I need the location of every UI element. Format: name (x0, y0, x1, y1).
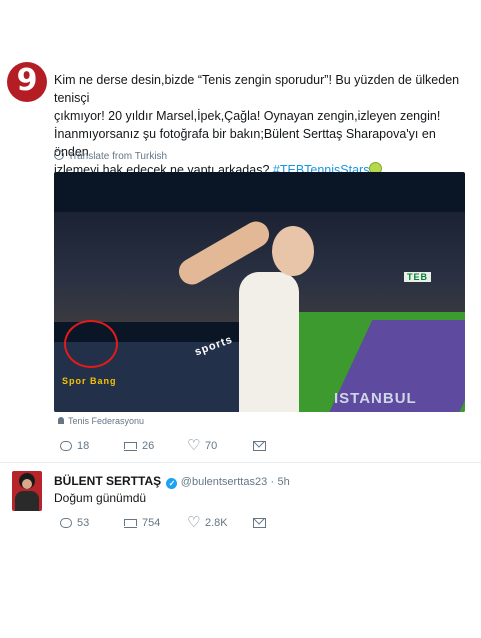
direct-message-button[interactable] (253, 518, 266, 528)
like-count: 70 (205, 440, 218, 452)
photo-banner-istanbul: ISTANBUL (334, 390, 417, 407)
tweet2-header: BÜLENT SERTTAŞ ✓ @bulentserttas23 · 5h (54, 474, 290, 489)
like-button[interactable]: 70 (187, 436, 218, 454)
heart-icon (187, 513, 200, 531)
globe-icon (54, 150, 64, 160)
tweet-divider (0, 462, 481, 463)
like-button[interactable]: 2.8K (187, 513, 228, 531)
reply-count: 18 (77, 440, 90, 452)
avatar[interactable] (12, 471, 42, 511)
person-icon (58, 417, 64, 424)
avatar-face (22, 479, 32, 489)
photo-player-body (239, 272, 299, 412)
translate-label: Translate from Turkish (68, 151, 168, 162)
separator: · (270, 476, 275, 488)
reply-button[interactable]: 53 (60, 517, 89, 529)
retweet-count: 26 (142, 440, 155, 452)
reply-icon (60, 518, 72, 528)
tweet-line: Kim ne derse desin,bizde “Tenis zengin s… (54, 73, 460, 105)
heart-icon (187, 436, 200, 454)
tweet-text: Kim ne derse desin,bizde “Tenis zengin s… (54, 71, 464, 179)
photo-red-circle (64, 320, 118, 368)
photo-player-head (272, 226, 314, 276)
direct-message-button[interactable] (253, 441, 266, 451)
tweet-text: Doğum günümdü (54, 491, 147, 505)
reply-icon (60, 441, 72, 451)
direct-message-icon (253, 441, 266, 451)
retweet-icon (124, 518, 138, 528)
like-count: 2.8K (205, 517, 228, 529)
tweet-photo[interactable]: Spor Bang sports ISTANBUL TEB (54, 172, 465, 412)
retweet-icon (124, 441, 138, 451)
handle[interactable]: @bulentserttas23 (181, 476, 267, 488)
attribution-label: Tenis Federasyonu (68, 416, 145, 426)
avatar-logo-text: 9 (16, 63, 38, 98)
tweet-line: çıkmıyor! 20 yıldır Marsel,İpek,Çağla! O… (54, 109, 441, 123)
timestamp[interactable]: 5h (278, 476, 290, 488)
direct-message-icon (253, 518, 266, 528)
reply-button[interactable]: 18 (60, 440, 89, 452)
avatar[interactable]: 9 (7, 62, 47, 102)
photo-banner-left: Spor Bang (62, 376, 117, 386)
retweet-count: 754 (142, 517, 161, 529)
translate-link[interactable]: Translate from Turkish (54, 150, 167, 162)
verified-icon: ✓ (166, 478, 178, 489)
avatar-shirt (15, 491, 39, 511)
retweet-button[interactable]: 754 (124, 517, 160, 529)
photo-banner-teb: TEB (404, 272, 431, 282)
display-name[interactable]: BÜLENT SERTTAŞ (54, 474, 161, 488)
reply-count: 53 (77, 517, 90, 529)
photo-attribution[interactable]: Tenis Federasyonu (58, 416, 144, 426)
retweet-button[interactable]: 26 (124, 440, 154, 452)
